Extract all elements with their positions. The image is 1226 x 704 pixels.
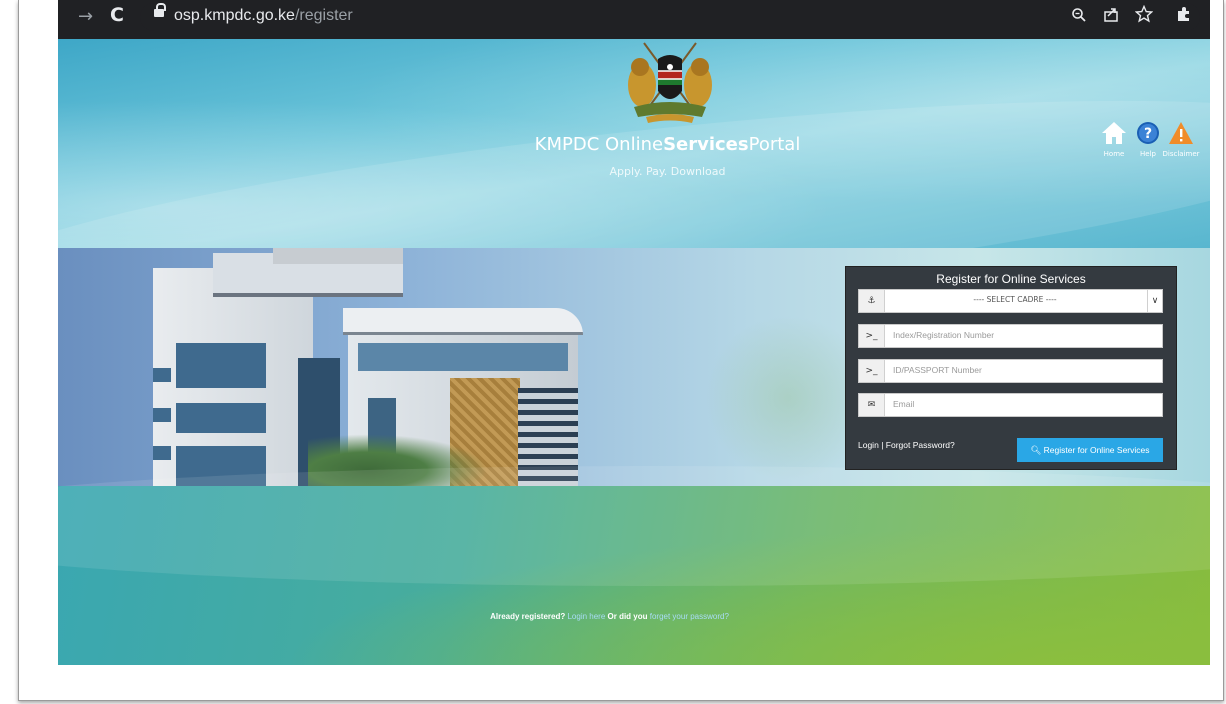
svg-text:?: ? [1144,126,1152,142]
url-path: /register [294,7,353,24]
footer-text-2: Or did you [607,612,648,621]
building-roof [273,248,403,264]
disclaimer-link[interactable]: Disclaimer [1161,121,1201,158]
building-window [358,343,568,371]
register-panel: Register for Online Services ⚓ ---- SELE… [845,266,1177,470]
forward-arrow-icon[interactable]: → [78,6,93,27]
email-field[interactable]: ✉ Email [858,393,1163,417]
portal-subtitle: Apply. Pay. Download [609,165,726,178]
cadre-selected-value: ---- SELECT CADRE ---- [973,295,1057,304]
page-content: KMPDC OnlineServicesPortal Apply. Pay. D… [58,39,1210,665]
extensions-puzzle-icon[interactable] [1175,5,1193,23]
footer-forgot-link[interactable]: forget your password? [650,612,729,621]
coat-of-arms-logo [628,42,712,123]
footer-text: Already registered? Login here Or did yo… [0,612,1219,621]
reload-icon[interactable]: C [110,4,124,26]
share-icon[interactable] [1103,6,1120,23]
portal-title: KMPDC OnlineServicesPortal [58,134,1210,155]
terminal-icon: >_ [859,325,885,347]
forgot-password-link[interactable]: Forgot Password? [886,440,955,450]
building-window [153,446,171,460]
envelope-icon: ✉ [859,394,885,416]
title-part2: Services [663,134,749,155]
register-button-label: Register for Online Services [1043,445,1150,455]
disclaimer-icon[interactable] [1168,121,1194,145]
lock-icon[interactable] [154,3,166,17]
bookmark-star-icon[interactable] [1135,5,1153,23]
bottom-wave-decoration [58,466,1210,586]
key-icon: 🔍︎ [1030,445,1042,455]
index-number-field[interactable]: >_ Index/Registration Number [858,324,1163,348]
header-banner: KMPDC OnlineServicesPortal Apply. Pay. D… [58,39,1210,362]
id-passport-field[interactable]: >_ ID/PASSPORT Number [858,359,1163,383]
register-button[interactable]: 🔍︎ Register for Online Services [1017,438,1163,462]
disclaimer-label[interactable]: Disclaimer [1161,150,1201,158]
help-icon[interactable]: ? [1135,121,1161,145]
link-separator: | [881,440,884,450]
building-window [153,408,171,422]
cadre-select[interactable]: ⚓ ---- SELECT CADRE ---- ∨ [858,289,1163,313]
id-passport-placeholder: ID/PASSPORT Number [893,365,982,375]
auth-links: Login | Forgot Password? [858,440,955,450]
index-number-placeholder: Index/Registration Number [893,330,995,340]
building-right-roof [343,308,583,335]
anchor-icon: ⚓ [859,290,885,312]
zoom-icon[interactable] [1071,7,1087,23]
address-bar[interactable]: osp.kmpdc.go.ke/register [140,3,1200,31]
home-icon[interactable] [1101,121,1127,145]
chevron-down-icon[interactable]: ∨ [1147,290,1162,312]
footer-text-1: Already registered? [490,612,566,621]
register-panel-title: Register for Online Services [936,272,1086,286]
building-window [176,403,266,433]
bottom-background [58,466,1210,665]
login-link[interactable]: Login [858,440,879,450]
title-part1: KMPDC Online [534,134,664,155]
building-window [153,368,171,382]
browser-toolbar: → C osp.kmpdc.go.ke/register [58,0,1210,39]
footer-login-link[interactable]: Login here [567,612,605,621]
url-host: osp.kmpdc.go.ke [174,7,295,24]
building-window [176,343,266,388]
email-placeholder: Email [893,399,915,409]
title-part3: Portal [748,134,801,155]
terminal-icon: >_ [859,360,885,382]
url-text[interactable]: osp.kmpdc.go.ke/register [174,7,353,25]
